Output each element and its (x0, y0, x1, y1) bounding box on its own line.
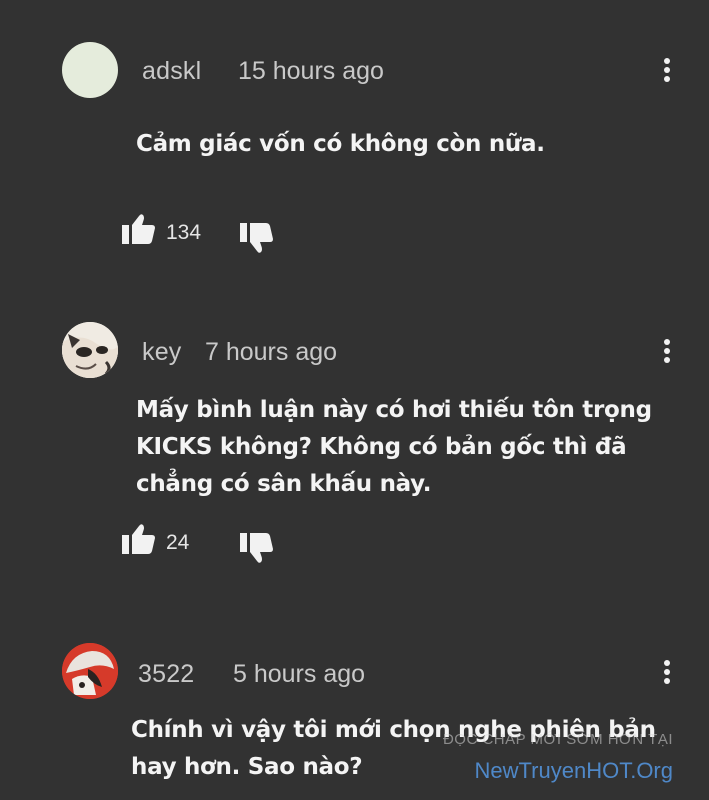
comment-item: key 7 hours ago Mấy bình luận này có hơi… (0, 300, 709, 620)
timestamp: 7 hours ago (205, 338, 338, 366)
avatar-image (62, 643, 118, 699)
watermark-link[interactable]: NewTruyenHOT.Org (475, 758, 673, 784)
username[interactable]: adskl (142, 57, 201, 86)
comment-line: KICKS không? Không có bản gốc thì đã (136, 434, 627, 460)
like-count: 24 (166, 531, 190, 554)
avatar[interactable] (62, 322, 118, 378)
thumbs-down-icon (240, 223, 273, 253)
like-button[interactable] (122, 523, 156, 555)
thumbs-down-icon (240, 533, 273, 563)
avatar[interactable] (62, 643, 118, 699)
watermark-caption: ĐỌC CHAP MỚI SỚM HƠN TẠI (442, 731, 673, 748)
more-vertical-icon[interactable] (660, 58, 674, 88)
comment-text: Cảm giác vốn có không còn nữa. (136, 126, 606, 163)
timestamp: 15 hours ago (238, 57, 384, 85)
dislike-button[interactable] (240, 222, 274, 254)
comment-text: Mấy bình luận này có hơi thiếu tôn trọng… (136, 392, 652, 503)
like-count: 134 (166, 221, 202, 244)
like-button[interactable] (122, 213, 156, 245)
thumbs-up-icon (122, 214, 155, 244)
more-vertical-icon[interactable] (660, 660, 674, 690)
more-vertical-icon[interactable] (660, 339, 674, 369)
avatar[interactable] (62, 42, 118, 98)
comment-line: chẳng có sân khấu này. (136, 471, 432, 497)
avatar-image (62, 322, 118, 378)
dislike-button[interactable] (240, 532, 274, 564)
comment-line: Cảm giác vốn có không còn nữa. (136, 131, 545, 157)
username[interactable]: key (142, 338, 182, 367)
comment-line: Mấy bình luận này có hơi thiếu tôn trọng (136, 397, 652, 423)
username[interactable]: 3522 (138, 660, 194, 689)
timestamp: 5 hours ago (233, 660, 366, 688)
thumbs-up-icon (122, 524, 155, 554)
comment-item: adskl 15 hours ago Cảm giác vốn có không… (0, 0, 709, 300)
